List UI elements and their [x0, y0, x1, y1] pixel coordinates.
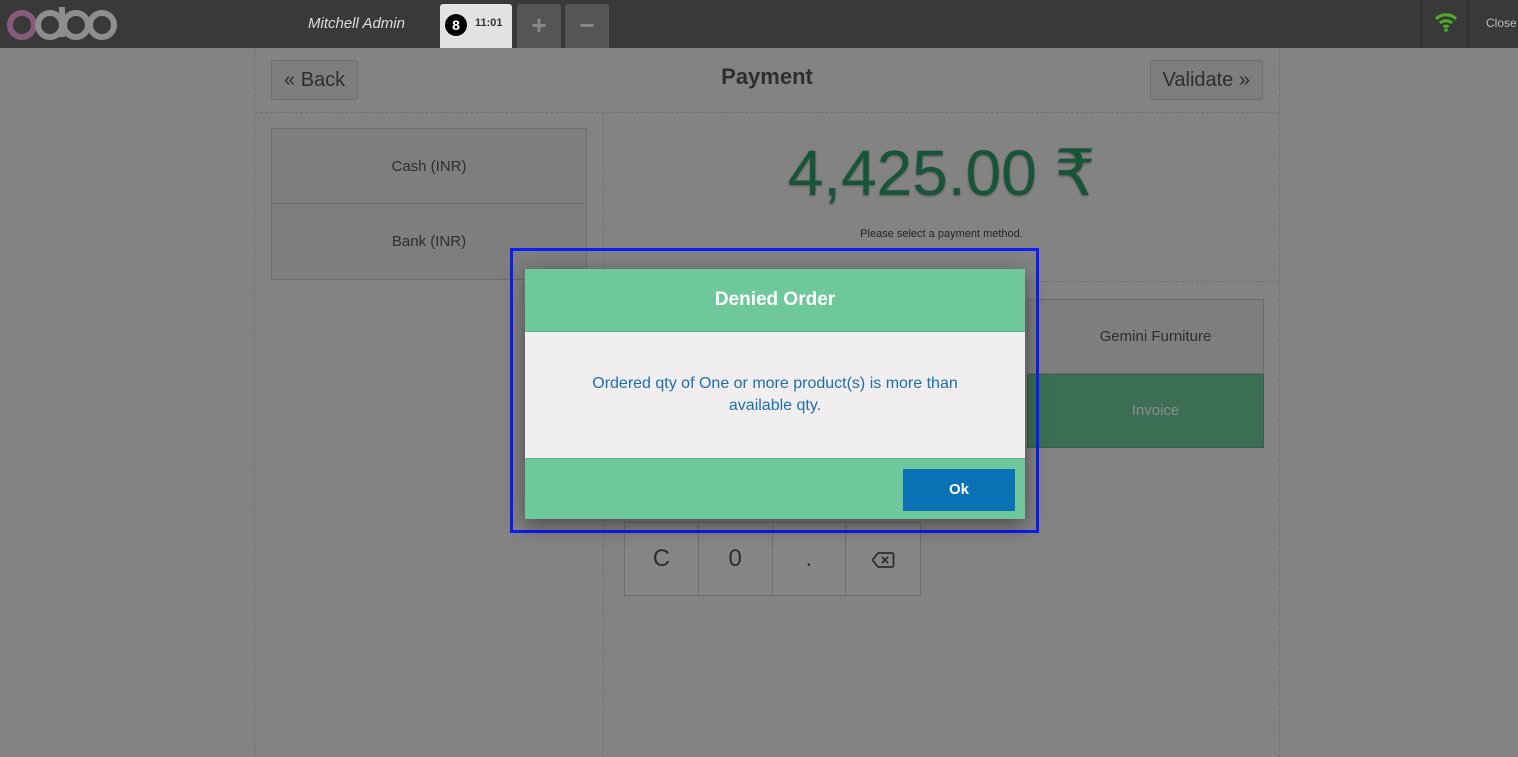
remove-order-button[interactable]: − [565, 4, 609, 48]
order-tab[interactable]: 8 11:01 [440, 4, 512, 48]
dialog-body: Ordered qty of One or more product(s) is… [525, 332, 1025, 458]
odoo-logo [7, 7, 117, 40]
close-pos-button[interactable]: Close [1486, 16, 1517, 30]
dialog-title: Denied Order [525, 269, 1025, 332]
ok-button[interactable]: Ok [903, 469, 1015, 511]
order-time: 11:01 [475, 17, 503, 29]
pos-topbar: Mitchell Admin 8 11:01 + − Close [0, 0, 1518, 48]
order-sequence-badge: 8 [445, 14, 467, 36]
cashier-name[interactable]: Mitchell Admin [308, 15, 405, 32]
denied-order-dialog: Denied Order Ordered qty of One or more … [525, 269, 1025, 519]
wifi-icon [1434, 13, 1458, 32]
add-order-button[interactable]: + [517, 4, 561, 48]
connection-status[interactable] [1421, 0, 1469, 48]
dialog-footer: Ok [525, 458, 1025, 519]
dialog-message: Ordered qty of One or more product(s) is… [592, 375, 958, 414]
